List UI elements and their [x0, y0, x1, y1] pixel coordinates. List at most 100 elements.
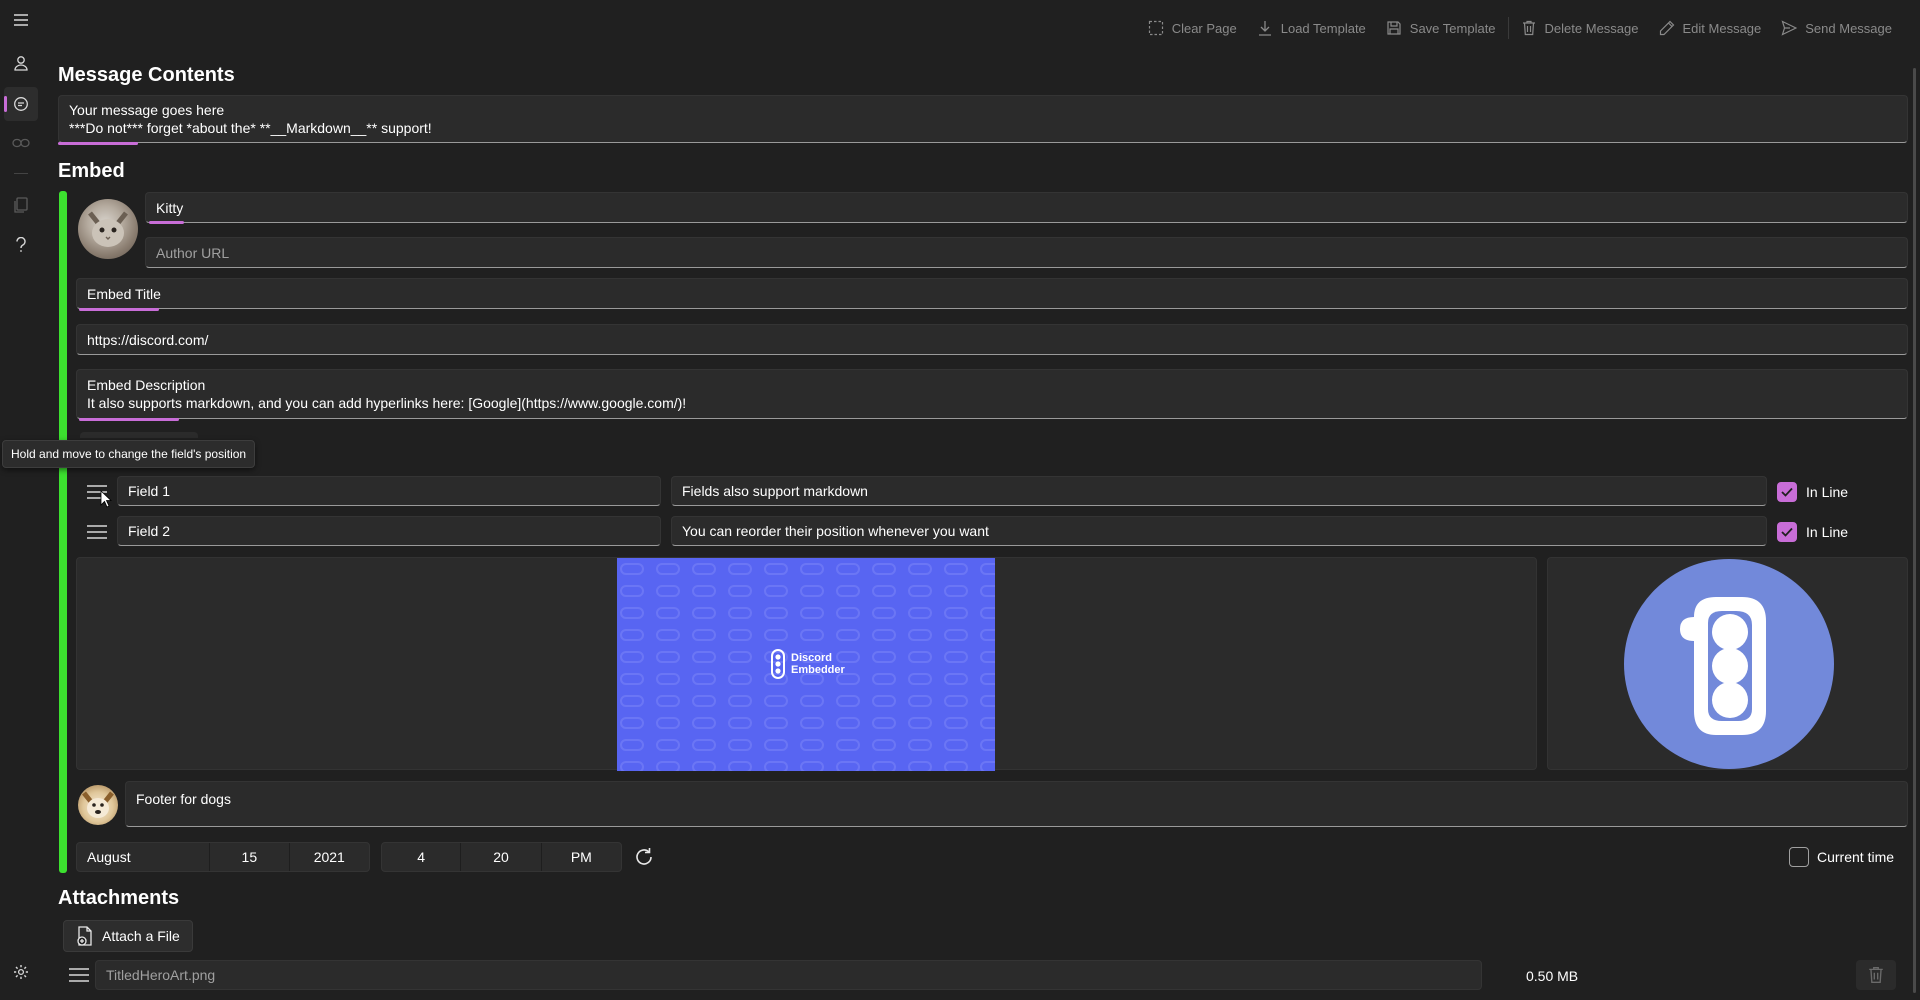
- embed-thumbnail: [1624, 559, 1834, 769]
- logo-text-line-1: Discord: [791, 652, 832, 664]
- attach-file-icon: [77, 926, 92, 946]
- clear-page-button[interactable]: Clear Page: [1138, 14, 1247, 42]
- discord-embedder-logo-icon: [771, 649, 785, 679]
- send-message-button[interactable]: Send Message: [1771, 14, 1902, 42]
- current-time-checkbox[interactable]: [1789, 847, 1809, 867]
- field-1-inline-label: In Line: [1806, 484, 1849, 500]
- attachments-title: Attachments: [58, 887, 180, 909]
- checkmark-icon: [1781, 487, 1793, 497]
- message-content-input[interactable]: Your message goes here ***Do not*** forg…: [58, 95, 1908, 143]
- embed-color-bar[interactable]: [59, 191, 67, 873]
- send-icon: [1781, 20, 1798, 36]
- date-picker[interactable]: August 15 2021: [76, 842, 370, 872]
- field-1-value-input[interactable]: Fields also support markdown: [671, 476, 1767, 506]
- delete-message-label: Delete Message: [1544, 20, 1639, 36]
- profile-icon[interactable]: [4, 46, 38, 80]
- day-selector[interactable]: 15: [210, 843, 290, 871]
- time-picker[interactable]: 4 20 PM: [381, 842, 622, 872]
- embed-description-input[interactable]: Embed Description It also supports markd…: [76, 369, 1908, 419]
- embed-image-panel[interactable]: Discord Embedder: [76, 557, 1537, 771]
- menu-icon[interactable]: [4, 3, 38, 37]
- minute-selector[interactable]: 20: [461, 843, 542, 871]
- refresh-icon[interactable]: [632, 845, 656, 869]
- save-template-label: Save Template: [1409, 20, 1496, 36]
- command-bar: Clear Page Load Template Save Template D…: [1138, 14, 1902, 42]
- settings-icon[interactable]: [4, 955, 38, 989]
- focus-accent: [58, 142, 138, 145]
- checkmark-icon: [1781, 527, 1793, 537]
- add-field-button[interactable]: [80, 432, 198, 438]
- clear-page-icon: [1148, 20, 1163, 36]
- download-icon: [1258, 21, 1271, 36]
- help-icon[interactable]: [4, 228, 38, 262]
- attach-file-button[interactable]: Attach a File: [63, 920, 193, 952]
- edit-message-label: Edit Message: [1682, 20, 1762, 36]
- field-2-name-input[interactable]: Field 2: [117, 516, 661, 546]
- copy-icon[interactable]: [4, 188, 38, 222]
- embed-thumbnail-panel[interactable]: [1547, 557, 1908, 770]
- rail-divider: [14, 173, 28, 174]
- drag-tooltip: Hold and move to change the field's posi…: [2, 440, 256, 468]
- year-selector[interactable]: 2021: [290, 843, 369, 871]
- field-1-name-text: Field 1: [128, 483, 171, 499]
- attachment-filename-input[interactable]: TitledHeroArt.png: [95, 960, 1482, 990]
- author-url-placeholder: Author URL: [156, 244, 230, 261]
- field-2-name-text: Field 2: [128, 523, 171, 539]
- drag-handle-icon[interactable]: [85, 520, 109, 544]
- logo-text-line-2: Embedder: [791, 664, 845, 676]
- message-line-1: Your message goes here: [69, 102, 225, 118]
- field-1-inline-checkbox[interactable]: [1777, 482, 1797, 502]
- trash-icon: [1869, 967, 1883, 983]
- toolbar-divider: [1507, 17, 1509, 39]
- field-2-value-input[interactable]: You can reorder their position whenever …: [671, 516, 1767, 546]
- hour-selector[interactable]: 4: [382, 843, 462, 871]
- field-2-value-text: You can reorder their position whenever …: [682, 523, 989, 539]
- remove-attachment-button[interactable]: [1856, 960, 1896, 990]
- delete-message-button[interactable]: Delete Message: [1511, 14, 1649, 42]
- description-line-1: Embed Description: [87, 377, 206, 393]
- embed-title-heading: Embed: [58, 160, 125, 182]
- traffic-light-logo-icon: [1680, 597, 1766, 735]
- pencil-icon: [1659, 20, 1674, 36]
- cat-avatar-image: [88, 211, 128, 247]
- attach-file-label: Attach a File: [102, 928, 180, 944]
- clear-page-label: Clear Page: [1171, 20, 1237, 36]
- footer-icon[interactable]: [78, 785, 118, 825]
- embed-url-input[interactable]: https://discord.com/: [76, 324, 1908, 355]
- field-1-value-text: Fields also support markdown: [682, 483, 868, 499]
- embed-title-text: Embed Title: [87, 285, 161, 302]
- send-message-label: Send Message: [1805, 20, 1892, 36]
- author-url-input[interactable]: Author URL: [145, 237, 1908, 268]
- embed-title-accent: [79, 308, 159, 311]
- vertical-scrollbar[interactable]: [1913, 68, 1916, 993]
- author-name-accent: [149, 221, 184, 224]
- attachment-size: 0.50 MB: [1526, 968, 1579, 984]
- embed-title-input[interactable]: Embed Title: [76, 278, 1908, 309]
- dog-avatar-image: [82, 791, 114, 818]
- message-icon[interactable]: [4, 87, 38, 121]
- footer-text-input[interactable]: Footer for dogs: [125, 781, 1908, 827]
- edit-message-button[interactable]: Edit Message: [1649, 14, 1772, 42]
- save-icon: [1387, 21, 1401, 35]
- drag-handle-icon[interactable]: [67, 963, 91, 987]
- load-template-button[interactable]: Load Template: [1247, 14, 1376, 42]
- author-avatar[interactable]: [78, 199, 138, 259]
- embed-logo: Discord Embedder: [769, 649, 845, 679]
- field-1-name-input[interactable]: Field 1: [117, 476, 661, 506]
- attachment-filename: TitledHeroArt.png: [106, 967, 216, 983]
- mouse-cursor-icon: [100, 490, 112, 508]
- embed-image: Discord Embedder: [617, 558, 995, 771]
- ampm-selector[interactable]: PM: [542, 843, 621, 871]
- current-time-label: Current time: [1817, 849, 1895, 865]
- message-contents-title: Message Contents: [58, 64, 235, 86]
- author-name-text: Kitty: [156, 199, 184, 216]
- trash-icon: [1522, 20, 1535, 36]
- load-template-label: Load Template: [1280, 20, 1366, 36]
- field-2-inline-checkbox[interactable]: [1777, 522, 1797, 542]
- save-template-button[interactable]: Save Template: [1376, 14, 1506, 42]
- link-icon[interactable]: [4, 126, 38, 160]
- description-line-2: It also supports markdown, and you can a…: [87, 395, 687, 411]
- author-name-input[interactable]: Kitty: [145, 192, 1908, 223]
- month-selector[interactable]: August: [77, 843, 211, 871]
- field-2-inline-label: In Line: [1806, 524, 1849, 540]
